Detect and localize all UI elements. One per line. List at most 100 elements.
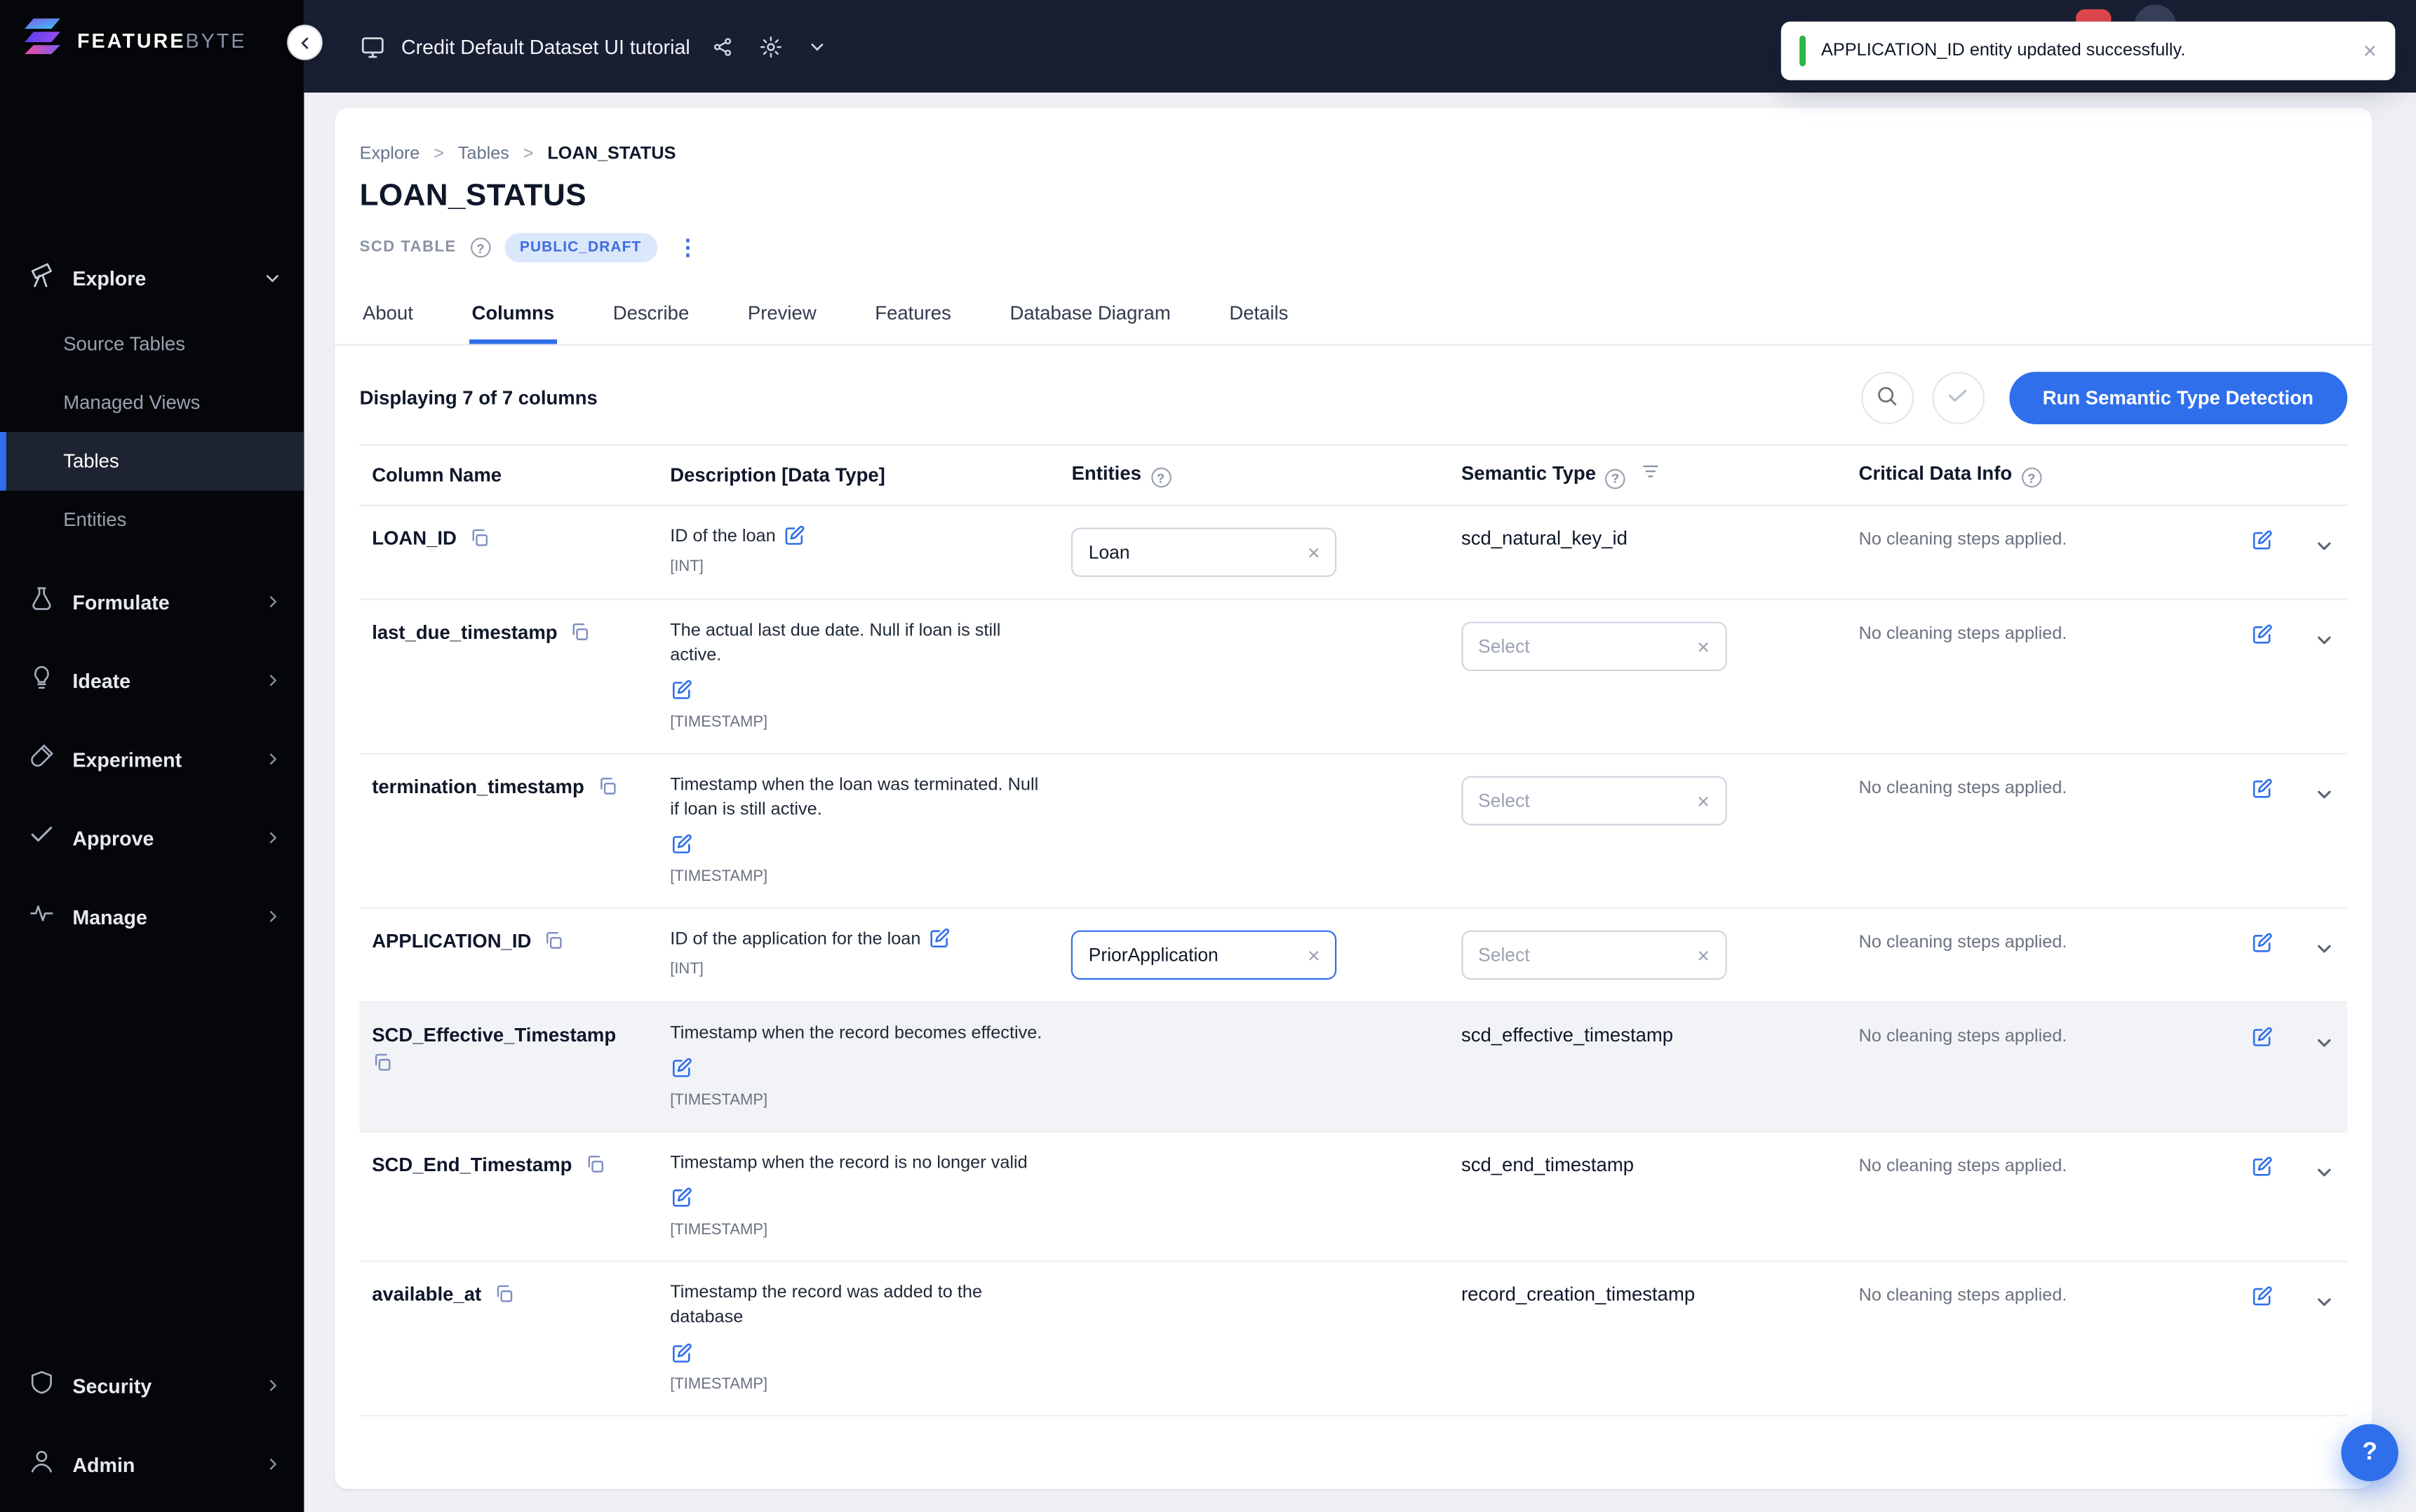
- semantic-type-cell: Select×: [1449, 753, 1846, 907]
- expand-row-icon[interactable]: [2314, 629, 2335, 651]
- entities-cell: [1059, 1002, 1449, 1132]
- semantic-type-value: scd_natural_key_id: [1461, 527, 1628, 548]
- edit-row-icon[interactable]: [2250, 1156, 2274, 1179]
- formulate-icon: [28, 584, 56, 620]
- sidebar-item-source-tables[interactable]: Source Tables: [0, 315, 304, 374]
- table-meta-row: SCD TABLE ? PUBLIC_DRAFT ⋮: [360, 233, 2348, 262]
- copy-icon[interactable]: [570, 621, 590, 642]
- sidebar-item-ideate[interactable]: Ideate: [0, 647, 304, 715]
- breadcrumb-item-explore[interactable]: Explore: [360, 145, 420, 163]
- copy-icon[interactable]: [372, 1053, 392, 1073]
- description-text: The actual last due date. Null if loan i…: [670, 621, 1000, 665]
- ideate-icon: [28, 663, 56, 698]
- tab-about[interactable]: About: [360, 293, 417, 344]
- sidebar-item-approve[interactable]: Approve: [0, 804, 304, 872]
- tab-describe[interactable]: Describe: [610, 293, 692, 344]
- expand-row-icon[interactable]: [2314, 534, 2335, 556]
- copy-icon[interactable]: [469, 527, 490, 548]
- sidebar-item-experiment[interactable]: Experiment: [0, 725, 304, 793]
- column-name-label: termination_timestamp: [372, 776, 584, 797]
- sidebar-item-label: Approve: [72, 826, 247, 849]
- sidebar-item-label: Manage: [72, 905, 247, 928]
- expand-row-icon[interactable]: [2314, 938, 2335, 959]
- kebab-menu-icon[interactable]: ⋮: [671, 234, 704, 260]
- expand-row-icon[interactable]: [2314, 1162, 2335, 1184]
- chevron-down-icon[interactable]: [807, 36, 828, 57]
- tab-columns[interactable]: Columns: [469, 293, 557, 344]
- breadcrumb-item-tables[interactable]: Tables: [458, 145, 509, 163]
- semantic-type-select[interactable]: Select×: [1461, 621, 1726, 670]
- sidebar-item-label: Source Tables: [63, 333, 185, 355]
- table-row: termination_timestampTimestamp when the …: [360, 753, 2348, 907]
- critical-data-info-text: No cleaning steps applied.: [1859, 530, 2067, 548]
- semantic-type-cell: scd_natural_key_id: [1449, 504, 1846, 598]
- edit-description-icon[interactable]: [927, 928, 950, 951]
- clear-icon[interactable]: ×: [1697, 790, 1710, 811]
- semantic-type-select[interactable]: Select×: [1461, 930, 1726, 979]
- chevron-right-icon: [264, 1455, 282, 1473]
- edit-row-icon[interactable]: [2250, 1026, 2274, 1049]
- copy-icon[interactable]: [494, 1284, 514, 1304]
- sidebar-item-formulate[interactable]: Formulate: [0, 568, 304, 636]
- header-controls: [2188, 445, 2347, 505]
- gear-icon[interactable]: [760, 35, 783, 58]
- help-icon[interactable]: ?: [2021, 468, 2041, 488]
- search-button[interactable]: [1860, 372, 1913, 424]
- entity-select[interactable]: Loan×: [1072, 527, 1337, 576]
- app-viewport: FEATUREBYTE Explore Source TablesManaged…: [0, 0, 2416, 1512]
- data-type-label: [INT]: [670, 558, 1047, 575]
- collapse-sidebar-button[interactable]: [287, 25, 323, 60]
- sidebar-item-managed-views[interactable]: Managed Views: [0, 373, 304, 432]
- edit-row-icon[interactable]: [2250, 1285, 2274, 1309]
- columns-table: Column Name Description [Data Type] Enti…: [360, 445, 2348, 1417]
- row-controls-cell: [2188, 753, 2347, 907]
- entity-select[interactable]: PriorApplication×: [1072, 930, 1337, 979]
- copy-icon[interactable]: [584, 1154, 605, 1175]
- edit-description-icon[interactable]: [670, 679, 693, 702]
- sidebar-item-explore[interactable]: Explore: [0, 244, 304, 312]
- expand-row-icon[interactable]: [2314, 1032, 2335, 1054]
- column-description: ID of the loan: [670, 524, 1047, 548]
- clear-icon[interactable]: ×: [1308, 541, 1320, 562]
- run-semantic-type-detection-button[interactable]: Run Semantic Type Detection: [2008, 372, 2347, 424]
- close-icon[interactable]: ×: [2363, 39, 2377, 62]
- edit-row-icon[interactable]: [2250, 932, 2274, 955]
- edit-row-icon[interactable]: [2250, 623, 2274, 646]
- column-name-label: last_due_timestamp: [372, 621, 557, 643]
- edit-row-icon[interactable]: [2250, 529, 2274, 552]
- data-type-label: [TIMESTAMP]: [670, 1093, 1047, 1109]
- help-icon[interactable]: ?: [1605, 468, 1625, 489]
- sidebar-item-entities[interactable]: Entities: [0, 491, 304, 550]
- edit-description-icon[interactable]: [670, 1342, 693, 1365]
- expand-row-icon[interactable]: [2314, 783, 2335, 805]
- sidebar-item-manage[interactable]: Manage: [0, 882, 304, 950]
- tab-features[interactable]: Features: [872, 293, 954, 344]
- edit-description-icon[interactable]: [670, 1058, 693, 1081]
- sidebar-item-admin[interactable]: Admin: [0, 1430, 304, 1498]
- sidebar-item-security[interactable]: Security: [0, 1351, 304, 1419]
- share-icon[interactable]: [712, 35, 735, 58]
- expand-row-icon[interactable]: [2314, 1292, 2335, 1314]
- help-icon[interactable]: ?: [1150, 468, 1171, 488]
- help-icon[interactable]: ?: [471, 238, 491, 258]
- semantic-type-select[interactable]: Select×: [1461, 776, 1726, 825]
- sidebar-item-label: Entities: [63, 509, 126, 531]
- column-name-label: SCD_Effective_Timestamp: [372, 1025, 616, 1046]
- edit-row-icon[interactable]: [2250, 777, 2274, 800]
- tab-preview[interactable]: Preview: [744, 293, 819, 344]
- sidebar-item-tables[interactable]: Tables: [0, 432, 304, 491]
- header-critical-data-info: Critical Data Info?: [1846, 445, 2188, 505]
- validate-button[interactable]: [1931, 372, 1984, 424]
- edit-description-icon[interactable]: [670, 833, 693, 856]
- copy-icon[interactable]: [544, 931, 564, 951]
- tab-database-diagram[interactable]: Database Diagram: [1007, 293, 1174, 344]
- edit-description-icon[interactable]: [782, 525, 805, 548]
- clear-icon[interactable]: ×: [1697, 944, 1710, 966]
- copy-icon[interactable]: [596, 776, 617, 796]
- tab-details[interactable]: Details: [1226, 293, 1291, 344]
- help-button[interactable]: ?: [2341, 1424, 2398, 1481]
- filter-icon[interactable]: [1641, 461, 1661, 482]
- edit-description-icon[interactable]: [670, 1187, 693, 1210]
- clear-icon[interactable]: ×: [1308, 944, 1320, 966]
- clear-icon[interactable]: ×: [1697, 635, 1710, 656]
